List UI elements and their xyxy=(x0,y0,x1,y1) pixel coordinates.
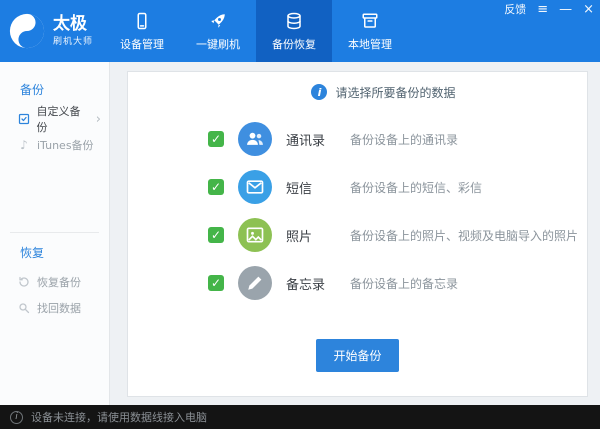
sidebar-item-restore-backup[interactable]: 恢复备份 xyxy=(0,269,109,295)
prompt-bar: i 请选择所要备份的数据 xyxy=(128,72,587,105)
app-subtitle: 刷机大师 xyxy=(53,34,93,47)
app-logo: 太极 刷机大师 xyxy=(0,0,104,62)
tab-label: 设备管理 xyxy=(120,36,164,52)
status-text: 设备未连接，请使用数据线接入电脑 xyxy=(31,409,207,425)
sms-icon xyxy=(238,170,272,204)
sidebar-section-restore: 恢复 xyxy=(0,241,109,265)
sidebar-item-recover-data[interactable]: 找回数据 xyxy=(0,295,109,321)
row-description: 备份设备上的通讯录 xyxy=(350,131,458,148)
app-body: 备份 自定义备份 › ♪ iTunes备份 恢复 xyxy=(0,62,600,405)
title-bar: 太极 刷机大师 设备管理 xyxy=(0,0,600,62)
row-label: 通讯录 xyxy=(286,130,336,149)
row-label: 照片 xyxy=(286,226,336,245)
sidebar-item-itunes-backup[interactable]: ♪ iTunes备份 xyxy=(0,132,109,158)
list-item-photos: ✓ 照片 备份设备上的照片、视频及电脑导入的照片 xyxy=(208,211,587,259)
sidebar-section-backup: 备份 xyxy=(0,78,109,102)
close-icon[interactable]: × xyxy=(583,3,594,17)
photos-icon xyxy=(238,218,272,252)
music-note-icon: ♪ xyxy=(17,138,31,152)
memo-icon xyxy=(238,266,272,300)
search-icon xyxy=(17,302,31,314)
tab-local-management[interactable]: 本地管理 xyxy=(332,0,408,62)
row-label: 备忘录 xyxy=(286,274,336,293)
start-backup-button[interactable]: 开始备份 xyxy=(316,339,398,372)
tab-backup-restore[interactable]: 备份恢复 xyxy=(256,0,332,62)
sms-checkbox[interactable]: ✓ xyxy=(208,179,224,195)
sidebar-item-label: 恢复备份 xyxy=(37,274,81,290)
tab-device-management[interactable]: 设备管理 xyxy=(104,0,180,62)
main-nav: 设备管理 一键刷机 xyxy=(104,0,408,62)
menu-icon[interactable]: ≡ xyxy=(537,3,548,17)
photos-checkbox[interactable]: ✓ xyxy=(208,227,224,243)
sidebar-item-custom-backup[interactable]: 自定义备份 › xyxy=(0,106,109,132)
sidebar: 备份 自定义备份 › ♪ iTunes备份 恢复 xyxy=(0,62,110,405)
contacts-checkbox[interactable]: ✓ xyxy=(208,131,224,147)
device-icon xyxy=(133,11,151,31)
window-controls: 反馈 ≡ — × xyxy=(504,3,594,17)
sidebar-divider xyxy=(10,232,99,233)
row-label: 短信 xyxy=(286,178,336,197)
sidebar-item-label: 找回数据 xyxy=(37,300,81,316)
prompt-text: 请选择所要备份的数据 xyxy=(335,84,455,101)
contacts-icon xyxy=(238,122,272,156)
tab-label: 一键刷机 xyxy=(196,36,240,52)
chevron-right-icon: › xyxy=(96,114,101,125)
list-item-sms: ✓ 短信 备份设备上的短信、彩信 xyxy=(208,163,587,211)
memo-checkbox[interactable]: ✓ xyxy=(208,275,224,291)
info-icon: i xyxy=(311,84,327,100)
minimize-icon[interactable]: — xyxy=(559,3,572,17)
app-title: 太极 xyxy=(53,15,93,34)
local-manage-icon xyxy=(361,11,379,31)
status-bar: i 设备未连接，请使用数据线接入电脑 xyxy=(0,405,600,429)
backup-options-list: ✓ 通讯录 备份设备上的通讯录 ✓ xyxy=(128,105,587,307)
list-item-contacts: ✓ 通讯录 备份设备上的通讯录 xyxy=(208,115,587,163)
tab-label: 本地管理 xyxy=(348,36,392,52)
backup-restore-icon xyxy=(285,11,303,31)
status-info-icon: i xyxy=(10,411,23,424)
sidebar-item-label: 自定义备份 xyxy=(37,103,90,135)
row-description: 备份设备上的照片、视频及电脑导入的照片 xyxy=(350,227,578,244)
restore-icon xyxy=(17,276,31,288)
feedback-link[interactable]: 反馈 xyxy=(504,3,526,17)
rocket-icon xyxy=(209,11,227,31)
taiji-logo-icon xyxy=(8,12,46,50)
list-item-memo: ✓ 备忘录 备份设备上的备忘录 xyxy=(208,259,587,307)
sidebar-item-label: iTunes备份 xyxy=(37,137,94,153)
backup-panel: i 请选择所要备份的数据 ✓ xyxy=(127,71,588,397)
row-description: 备份设备上的短信、彩信 xyxy=(350,179,482,196)
main-content: i 请选择所要备份的数据 ✓ xyxy=(110,62,600,405)
app-window: 太极 刷机大师 设备管理 xyxy=(0,0,600,429)
row-description: 备份设备上的备忘录 xyxy=(350,275,458,292)
custom-backup-icon xyxy=(17,113,31,125)
tab-label: 备份恢复 xyxy=(272,36,316,52)
tab-one-key-flash[interactable]: 一键刷机 xyxy=(180,0,256,62)
